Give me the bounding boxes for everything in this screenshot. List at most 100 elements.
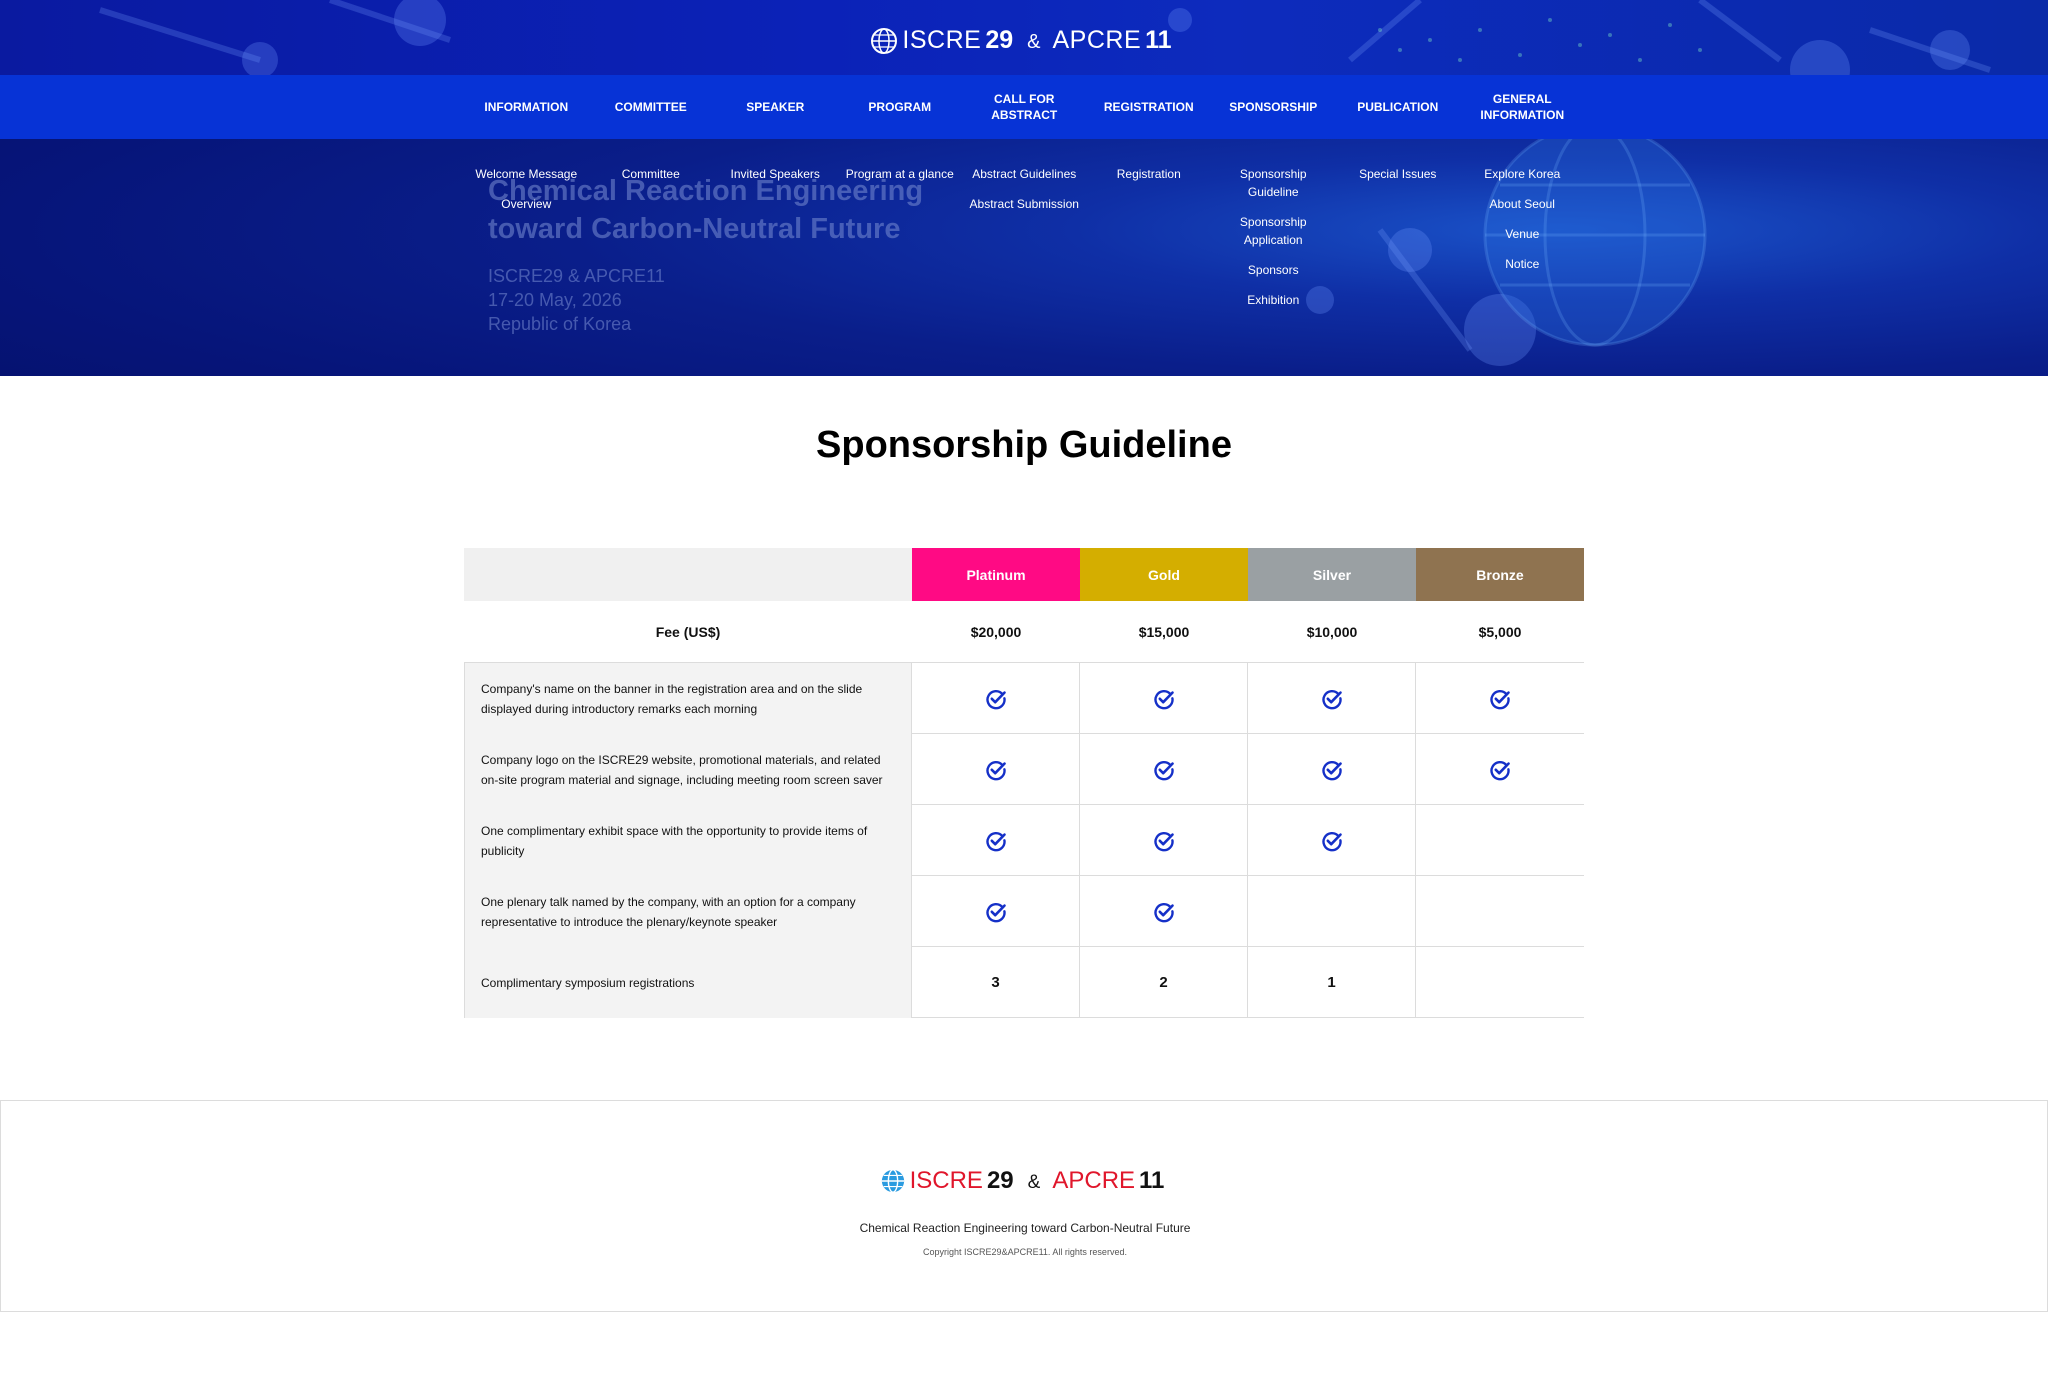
- logo-iscre: ISCRE: [902, 26, 982, 54]
- submenu-item-about-seoul[interactable]: About Seoul: [1490, 195, 1555, 213]
- submenu-item-welcome-message[interactable]: Welcome Message: [475, 165, 577, 183]
- count-cell: 3: [912, 947, 1080, 1018]
- submenu-column: Sponsorship Guideline Sponsorship Applica…: [1211, 165, 1336, 321]
- nav-item-committee[interactable]: COMMITTEE: [589, 75, 714, 139]
- submenu-item-program-at-a-glance[interactable]: Program at a glance: [846, 165, 954, 183]
- submenu-item-sponsors[interactable]: Sponsors: [1248, 261, 1299, 279]
- table-row: Complimentary symposium registrations 3 2 1: [464, 947, 1584, 1018]
- footer-logo-iscre: ISCRE: [909, 1167, 983, 1194]
- nav-item-information[interactable]: INFORMATION: [464, 75, 589, 139]
- submenu-item-explore-korea[interactable]: Explore Korea: [1484, 165, 1560, 183]
- footer-logo: ISCRE 29 & APCRE 11: [1, 1167, 2048, 1195]
- logo-apcre: APCRE: [1052, 26, 1142, 54]
- check-cell: [1080, 734, 1248, 805]
- footer-logo-amp: &: [1027, 1172, 1041, 1193]
- submenu-column: Program at a glance: [838, 165, 963, 321]
- fee-platinum: $20,000: [970, 623, 1022, 640]
- check-cell: [912, 805, 1080, 876]
- submenu-item-special-issues[interactable]: Special Issues: [1359, 165, 1436, 183]
- logo-iscre-num: 29: [985, 26, 1014, 54]
- empty-cell: [1248, 876, 1416, 947]
- mega-menu: Welcome Message Overview Committee Invited …: [464, 165, 1585, 321]
- tier-header-silver: Silver: [1248, 548, 1416, 601]
- table-row: One plenary talk named by the company, w…: [464, 876, 1584, 947]
- check-cell: [1248, 805, 1416, 876]
- check-cell: [1080, 876, 1248, 947]
- check-circle-icon: [985, 902, 1006, 922]
- sponsorship-table: Platinum Gold Silver Bronze Fee (US$) $20,0…: [464, 548, 1584, 1018]
- benefit-label: One complimentary exhibit space with the…: [464, 805, 912, 876]
- table-row: Company's name on the banner in the regi…: [464, 663, 1584, 734]
- submenu-item-registration[interactable]: Registration: [1117, 165, 1181, 183]
- main-nav: INFORMATION COMMITTEE SPEAKER PROGRAM CALL F…: [0, 75, 2048, 139]
- submenu-item-sponsorship-guideline[interactable]: Sponsorship Guideline: [1228, 165, 1318, 201]
- check-circle-icon: [985, 831, 1006, 851]
- tier-header-platinum: Platinum: [912, 548, 1080, 601]
- check-cell: [1080, 805, 1248, 876]
- submenu-item-committee[interactable]: Committee: [622, 165, 680, 183]
- check-cell: [912, 663, 1080, 734]
- check-circle-icon: [1153, 902, 1174, 922]
- footer-logo-apcre: APCRE: [1052, 1167, 1136, 1194]
- nav-item-speaker[interactable]: SPEAKER: [713, 75, 838, 139]
- submenu-column: Welcome Message Overview: [464, 165, 589, 321]
- footer-copyright: Copyright ISCRE29&APCRE11. All rights re…: [923, 1247, 1127, 1257]
- submenu-item-sponsorship-application[interactable]: Sponsorship Application: [1228, 213, 1318, 249]
- submenu-item-venue[interactable]: Venue: [1505, 225, 1539, 243]
- check-circle-icon: [1490, 760, 1510, 780]
- check-circle-icon: [1153, 760, 1174, 780]
- submenu-column: Abstract Guidelines Abstract Submission: [962, 165, 1087, 321]
- submenu-item-invited-speakers[interactable]: Invited Speakers: [731, 165, 820, 183]
- check-circle-icon: [1490, 689, 1510, 709]
- submenu-item-abstract-guidelines[interactable]: Abstract Guidelines: [972, 165, 1076, 183]
- footer-tagline: Chemical Reaction Engineering toward Car…: [859, 1221, 1191, 1235]
- submenu-column: Invited Speakers: [713, 165, 838, 321]
- nav-item-sponsorship[interactable]: SPONSORSHIP: [1211, 75, 1336, 139]
- nav-item-call-for-abstract[interactable]: CALL FOR ABSTRACT: [962, 75, 1087, 139]
- logo-apcre-num: 11: [1145, 26, 1172, 54]
- header-blank-cell: [464, 548, 912, 601]
- fee-silver: $10,000: [1306, 623, 1358, 640]
- check-cell: [1416, 734, 1584, 805]
- empty-cell: [1416, 876, 1584, 947]
- submenu-column: Special Issues: [1336, 165, 1461, 321]
- check-cell: [1416, 663, 1584, 734]
- tier-header-gold: Gold: [1080, 548, 1248, 601]
- submenu-column: Committee: [589, 165, 714, 321]
- nav-item-program[interactable]: PROGRAM: [838, 75, 963, 139]
- fee-bronze: $5,000: [1478, 623, 1522, 640]
- site-logo[interactable]: ISCRE 29 & APCRE 11: [0, 26, 2048, 55]
- check-circle-icon: [1321, 831, 1342, 851]
- submenu-item-abstract-submission[interactable]: Abstract Submission: [970, 195, 1079, 213]
- submenu-item-exhibition[interactable]: Exhibition: [1247, 291, 1299, 309]
- page-title: Sponsorship Guideline: [816, 424, 1232, 466]
- check-circle-icon: [1321, 760, 1342, 780]
- fee-row: Fee (US$) $20,000 $15,000 $10,000 $5,000: [464, 601, 1584, 663]
- nav-item-publication[interactable]: PUBLICATION: [1336, 75, 1461, 139]
- check-cell: [912, 876, 1080, 947]
- submenu-item-notice[interactable]: Notice: [1505, 255, 1539, 273]
- submenu-column: Explore Korea About Seoul Venue Notice: [1460, 165, 1585, 321]
- benefit-label: One plenary talk named by the company, w…: [464, 876, 912, 947]
- globe-icon: [871, 27, 898, 54]
- footer: ISCRE 29 & APCRE 11 Chemical Reaction En…: [0, 1100, 2048, 1312]
- logo-amp: &: [1027, 31, 1041, 53]
- check-cell: [1080, 663, 1248, 734]
- check-circle-icon: [985, 760, 1006, 780]
- tier-header-bronze: Bronze: [1416, 548, 1584, 601]
- count-cell: 2: [1080, 947, 1248, 1018]
- submenu-item-overview[interactable]: Overview: [501, 195, 551, 213]
- check-cell: [1248, 734, 1416, 805]
- check-circle-icon: [1153, 831, 1174, 851]
- tier-header-row: Platinum Gold Silver Bronze: [464, 548, 1584, 601]
- check-cell: [912, 734, 1080, 805]
- globe-icon: [881, 1169, 904, 1193]
- footer-logo-apcre-num: 11: [1139, 1167, 1165, 1194]
- benefit-label: Company's name on the banner in the regi…: [464, 663, 912, 734]
- nav-item-registration[interactable]: REGISTRATION: [1087, 75, 1212, 139]
- check-circle-icon: [985, 689, 1006, 709]
- check-circle-icon: [1321, 689, 1342, 709]
- nav-item-general-information[interactable]: GENERAL INFORMATION: [1460, 75, 1585, 139]
- fee-gold: $15,000: [1138, 623, 1190, 640]
- table-row: One complimentary exhibit space with the…: [464, 805, 1584, 876]
